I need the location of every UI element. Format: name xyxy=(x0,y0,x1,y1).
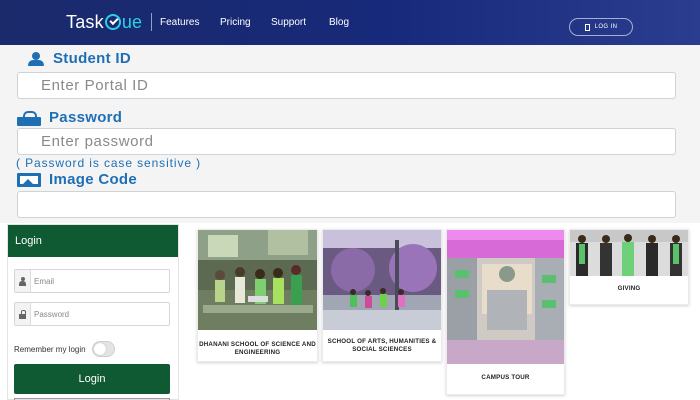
user-icon xyxy=(27,51,45,66)
image-code-input[interactable] xyxy=(17,191,676,218)
email-user-icon xyxy=(15,270,31,292)
header-login-label: LOG IN xyxy=(594,24,618,30)
password-label: Password xyxy=(17,109,122,126)
nav-pricing[interactable]: Pricing xyxy=(220,17,251,28)
password-case-note: ( Password is case sensitive ) xyxy=(16,156,202,170)
logo-text-part1: Task xyxy=(66,11,104,32)
image-code-label: Image Code xyxy=(17,171,137,188)
nav-support[interactable]: Support xyxy=(271,17,306,28)
logo-text-part2: ue xyxy=(121,11,143,32)
card-caption: SCHOOL OF ARTS, HUMANITIES & SOCIAL SCIE… xyxy=(327,338,437,353)
login-panel: Login Remember my login Login xyxy=(7,224,179,400)
login-submit-button[interactable]: Login xyxy=(14,364,170,394)
password-input[interactable] xyxy=(17,128,676,155)
logo-divider xyxy=(151,13,152,31)
student-id-input[interactable] xyxy=(17,72,676,99)
login-panel-title: Login xyxy=(8,225,178,257)
password-lock-icon xyxy=(15,303,31,325)
card-campus-tour[interactable]: CAMPUS TOUR xyxy=(446,229,565,395)
image-icon xyxy=(17,172,41,187)
nav-features[interactable]: Features xyxy=(160,17,199,28)
student-id-label: Student ID xyxy=(27,50,131,67)
card-giving[interactable]: GIVING xyxy=(569,229,689,305)
header-login-button[interactable]: LOG IN xyxy=(569,18,633,36)
image-code-label-text: Image Code xyxy=(49,171,138,188)
login-door-icon xyxy=(584,23,590,31)
email-field[interactable] xyxy=(14,269,170,293)
top-navbar: Task ue Features Pricing Support Blog LO… xyxy=(0,0,700,45)
card-campus-tour-photo xyxy=(447,230,564,364)
password-field[interactable] xyxy=(14,302,170,326)
card-science-engineering[interactable]: DHANANI SCHOOL OF SCIENCE AND ENGINEERIN… xyxy=(197,229,318,362)
card-caption: CAMPUS TOUR xyxy=(481,374,530,381)
panel-password-input[interactable] xyxy=(34,304,169,324)
card-science-engineering-photo xyxy=(198,230,317,330)
card-arts-humanities-photo xyxy=(323,230,441,330)
nav-blog[interactable]: Blog xyxy=(329,17,349,28)
card-caption: GIVING xyxy=(617,285,641,292)
password-label-text: Password xyxy=(49,109,123,126)
remember-me-label: Remember my login xyxy=(14,344,86,354)
card-caption: DHANANI SCHOOL OF SCIENCE AND ENGINEERIN… xyxy=(199,341,316,356)
taskque-logo[interactable]: Task ue xyxy=(66,11,142,33)
remember-me-toggle[interactable] xyxy=(91,341,115,357)
lock-icon xyxy=(17,110,41,126)
remember-me-row: Remember my login xyxy=(14,341,115,357)
card-arts-humanities[interactable]: SCHOOL OF ARTS, HUMANITIES & SOCIAL SCIE… xyxy=(322,229,442,362)
logo-check-circle-icon xyxy=(104,14,121,30)
email-input[interactable] xyxy=(34,271,169,291)
card-giving-photo xyxy=(570,230,688,276)
student-id-label-text: Student ID xyxy=(53,50,131,67)
